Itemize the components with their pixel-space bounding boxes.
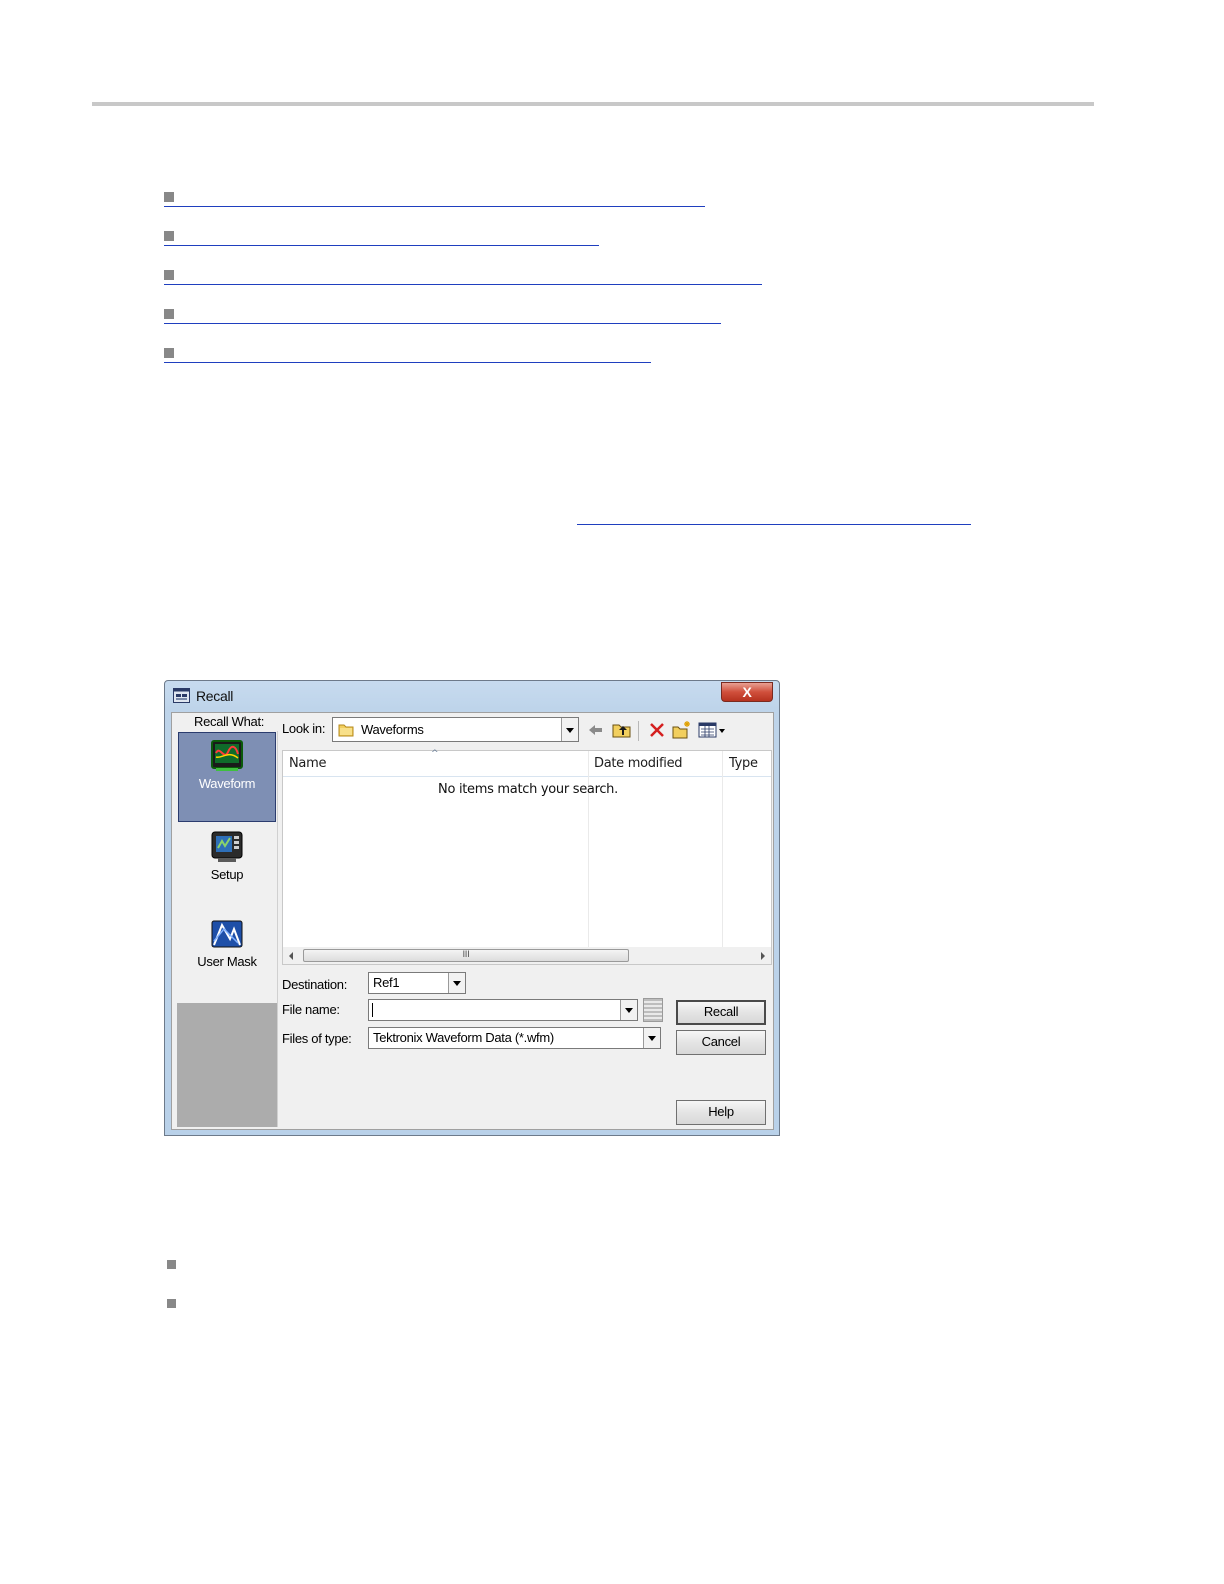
recall-type-user-mask[interactable]: User Mask [178,917,276,997]
empty-list-message: No items match your search. [438,782,618,797]
scroll-left-icon[interactable] [289,952,293,960]
files-of-type-label: Files of type: [282,1031,352,1046]
column-header-type[interactable]: Type [723,751,773,776]
file-list[interactable]: Name ^ Date modified Type No items match… [282,749,773,965]
up-folder-icon[interactable] [612,720,632,740]
chevron-down-icon[interactable] [448,973,465,993]
dialog-app-icon [173,688,190,703]
sort-ascending-icon: ^ [431,749,439,759]
bullet-icon [164,348,174,358]
bullet-icon [164,192,174,202]
bullet-icon [164,270,174,280]
recall-type-label: User Mask [197,954,257,969]
recall-what-label: Recall What: [194,714,265,729]
column-guide [588,751,589,948]
recall-type-label: Waveform [198,776,256,791]
top-divider [92,102,1094,106]
bullet-icon [167,1260,176,1269]
recall-type-setup[interactable]: Setup [178,828,276,908]
cancel-button[interactable]: Cancel [676,1030,766,1055]
bullet-icon [164,231,174,241]
column-header-date-modified[interactable]: Date modified [588,751,722,776]
view-menu-icon[interactable] [698,720,728,740]
horizontal-scrollbar[interactable]: III [283,947,771,964]
setup-icon [211,831,243,862]
bullet-icon [164,309,174,319]
file-name-field[interactable] [368,999,638,1021]
look-in-value: Waveforms [361,722,424,737]
delete-icon[interactable] [647,720,667,740]
file-name-label: File name: [282,1002,340,1017]
waveform-icon [211,740,243,771]
scroll-right-icon[interactable] [761,952,765,960]
folder-icon [338,724,354,737]
recall-type-waveform[interactable]: Waveform [178,732,276,822]
recall-type-label: Setup [210,867,244,882]
look-in-combo[interactable]: Waveforms [332,717,579,742]
inline-link-underline[interactable] [577,524,971,525]
close-button[interactable]: X [721,682,773,702]
keypad-icon[interactable] [643,998,663,1022]
text-cursor [372,1003,373,1017]
back-arrow-icon[interactable] [586,720,606,740]
user-mask-icon [211,920,243,948]
link-underline[interactable] [164,284,762,285]
link-underline[interactable] [164,206,705,207]
title-bar[interactable]: Recall X [165,681,779,711]
files-of-type-value: Tektronix Waveform Data (*.wfm) [373,1030,554,1045]
recall-what-panel: Recall What: Waveform Setup User Mask [172,713,278,1129]
toolbar-separator [638,721,639,741]
destination-select[interactable]: Ref1 [368,972,466,994]
link-underline[interactable] [164,245,599,246]
link-underline[interactable] [164,362,651,363]
recall-type-list-empty-area [177,1003,277,1127]
chevron-down-icon[interactable] [620,1000,637,1020]
dialog-client: Recall What: Waveform Setup User Mask Lo… [171,712,774,1130]
bullet-icon [167,1299,176,1308]
new-folder-icon[interactable] [672,720,692,740]
link-underline[interactable] [164,323,721,324]
dialog-title: Recall [196,688,234,704]
chevron-down-icon[interactable] [643,1028,660,1048]
recall-dialog: Recall X Recall What: Waveform Setup Use… [164,680,780,1136]
destination-label: Destination: [282,977,348,992]
look-in-label: Look in: [282,721,326,736]
scrollbar-thumb[interactable]: III [303,949,629,962]
column-guide [722,751,723,948]
files-of-type-select[interactable]: Tektronix Waveform Data (*.wfm) [368,1027,661,1049]
recall-button[interactable]: Recall [676,1000,766,1025]
header-underline [283,776,771,777]
help-button[interactable]: Help [676,1100,766,1125]
destination-value: Ref1 [373,975,400,990]
chevron-down-icon[interactable] [561,718,578,741]
